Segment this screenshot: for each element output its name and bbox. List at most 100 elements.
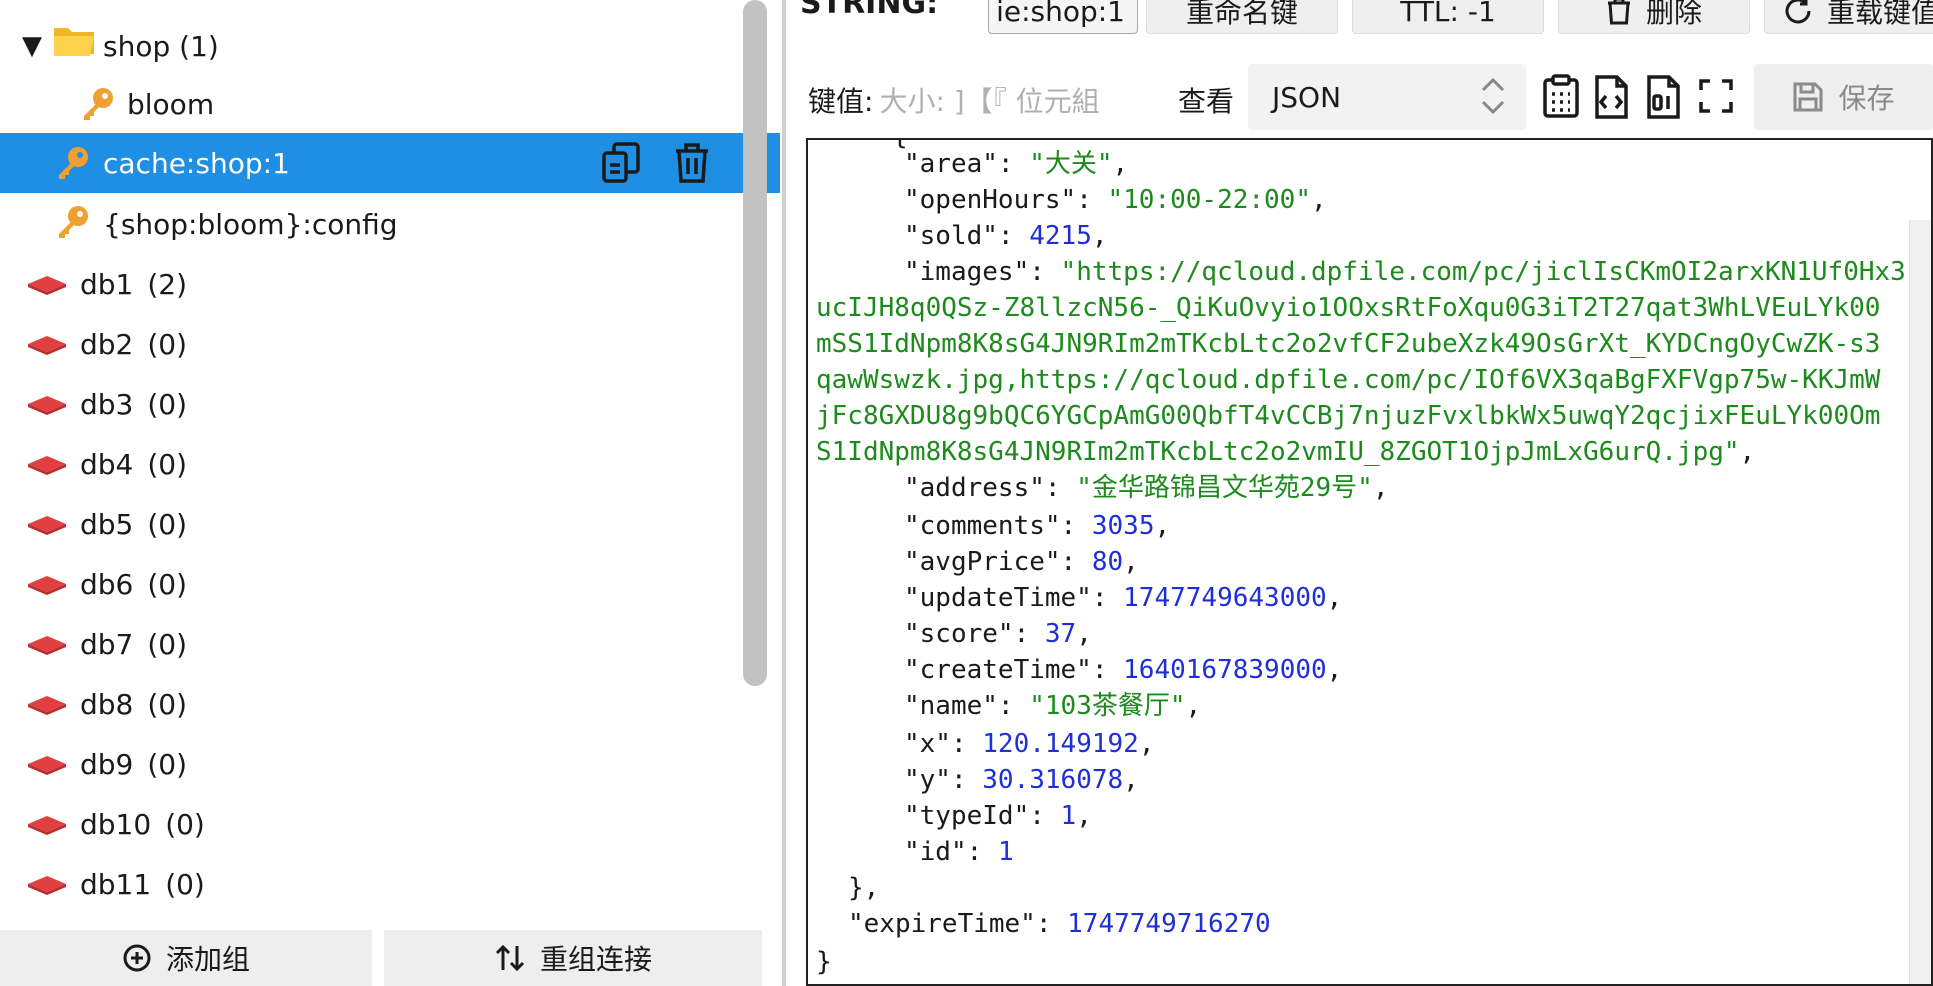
trash-icon[interactable] bbox=[672, 141, 712, 185]
value-size-meta: 大小: ]【『 位元組 bbox=[879, 85, 1100, 118]
code-line: "x": 120.149192, bbox=[904, 729, 1155, 759]
code-line: "typeId": 1, bbox=[904, 801, 1092, 831]
code-line: "updateTime": 1747749643000, bbox=[904, 583, 1343, 613]
value-editor-panel: STRING: ie:shop:1 重命名键 TTL: -1 删除 重载键值 键… bbox=[786, 0, 1933, 986]
tree-scrollbar-thumb[interactable] bbox=[743, 0, 767, 686]
fullscreen-icon[interactable] bbox=[1698, 78, 1734, 114]
connection-tree-panel: ▼ shop (1) bloom cache:shop:1 {shop:bloo… bbox=[0, 0, 782, 986]
delete-key-label: 删除 bbox=[1645, 0, 1702, 29]
code-line: } bbox=[816, 947, 832, 977]
redis-db-icon bbox=[28, 576, 66, 595]
tree-db-db8[interactable]: db8 (0) bbox=[0, 674, 780, 734]
row-actions bbox=[600, 141, 712, 185]
tree-key-shop-bloom-config[interactable]: {shop:bloom}:config bbox=[0, 194, 780, 254]
tree-db-label: db9 (0) bbox=[80, 747, 188, 781]
tree-db-db10[interactable]: db10 (0) bbox=[0, 794, 780, 854]
save-label: 保存 bbox=[1838, 82, 1895, 115]
tree-db-label: db7 (0) bbox=[80, 627, 188, 661]
tree-db-label: db11 (0) bbox=[80, 867, 205, 901]
redis-db-icon bbox=[28, 456, 66, 475]
key-icon bbox=[59, 206, 88, 238]
tree-db-db3[interactable]: db3 (0) bbox=[0, 374, 780, 434]
tree-folder-shop[interactable]: ▼ shop (1) bbox=[0, 16, 780, 76]
redis-db-icon bbox=[28, 276, 66, 295]
key-type-label: STRING: bbox=[800, 0, 939, 21]
tree-key-label: {shop:bloom}:config bbox=[103, 207, 398, 241]
code-line: "id": 1 bbox=[904, 837, 1014, 867]
code-line-wrap: qawWswzk.jpg,https://qcloud.dpfile.com/p… bbox=[816, 365, 1881, 395]
code-file-icon[interactable] bbox=[1592, 74, 1630, 120]
code-line-wrap: S1IdNpm8K8sG4JN9RIm2mTKcbLtc2o2vmIU_8ZGO… bbox=[816, 437, 1756, 467]
editor-scrollbar[interactable] bbox=[1909, 220, 1931, 984]
expand-arrow-icon[interactable]: ▼ bbox=[22, 31, 42, 61]
tree-db-label: db2 (0) bbox=[80, 327, 188, 361]
value-size-label: 键值: 大小: ]【『 位元組 bbox=[808, 80, 1100, 120]
code-line: "expireTime": 1747749716270 bbox=[848, 909, 1271, 939]
clipboard-icon[interactable] bbox=[1540, 74, 1582, 120]
save-disk-icon bbox=[1793, 82, 1823, 112]
folder-open-icon bbox=[54, 28, 94, 56]
ttl-label: TTL: -1 bbox=[1400, 0, 1496, 28]
tree-db-db9[interactable]: db9 (0) bbox=[0, 734, 780, 794]
view-format-value: JSON bbox=[1272, 80, 1342, 114]
regroup-connections-button[interactable]: 重组连接 bbox=[384, 930, 762, 986]
refresh-icon bbox=[1785, 0, 1811, 24]
code-line: "address": "金华路锦昌文华苑29号", bbox=[904, 473, 1389, 503]
sort-arrows-icon bbox=[495, 944, 525, 972]
trash-icon bbox=[1607, 0, 1630, 25]
tree-db-db7[interactable]: db7 (0) bbox=[0, 614, 780, 674]
tree-key-cache-shop-1[interactable]: cache:shop:1 bbox=[0, 133, 780, 193]
redis-db-icon bbox=[28, 516, 66, 535]
redis-db-icon bbox=[28, 336, 66, 355]
rename-key-button[interactable]: 重命名键 bbox=[1146, 0, 1338, 34]
tree-db-label: db10 (0) bbox=[80, 807, 205, 841]
delete-key-button[interactable]: 删除 bbox=[1558, 0, 1750, 34]
key-icon bbox=[59, 147, 88, 179]
tree-key-bloom[interactable]: bloom bbox=[0, 74, 780, 134]
ttl-button[interactable]: TTL: -1 bbox=[1352, 0, 1544, 34]
tree-db-label: db6 (0) bbox=[80, 567, 188, 601]
reload-key-label: 重载键值 bbox=[1827, 0, 1933, 29]
tree-db-db2[interactable]: db2 (0) bbox=[0, 314, 780, 374]
code-line: "name": "103茶餐厅", bbox=[904, 691, 1202, 721]
code-line: "y": 30.316078, bbox=[904, 765, 1139, 795]
code-line: "createTime": 1640167839000, bbox=[904, 655, 1343, 685]
code-line: "avgPrice": 80, bbox=[904, 547, 1139, 577]
redis-db-icon bbox=[28, 636, 66, 655]
tree-db-db1[interactable]: db1 (2) bbox=[0, 254, 780, 314]
tree-db-db6[interactable]: db6 (0) bbox=[0, 554, 780, 614]
view-as-label: 查看 bbox=[1178, 85, 1235, 118]
code-line-wrap: mSS1IdNpm8K8sG4JN9RIm2mTKcbLtc2o2vfCF2ub… bbox=[816, 329, 1881, 359]
binary-file-icon[interactable] bbox=[1644, 74, 1682, 120]
value-label: 键值: bbox=[808, 85, 874, 118]
tree-folder-label: shop (1) bbox=[103, 29, 219, 63]
code-line: "area": "大关", bbox=[904, 149, 1129, 179]
code-line-wrap: jFc8GXDU8g9bQC6YGCpAmG00QbfT4vCCBj7njuzF… bbox=[816, 401, 1881, 431]
tree-db-label: db1 (2) bbox=[80, 267, 188, 301]
tree-db-label: db4 (0) bbox=[80, 447, 188, 481]
view-format-select[interactable]: JSON bbox=[1248, 64, 1526, 130]
code-line: }, bbox=[848, 873, 880, 903]
key-name-field[interactable]: ie:shop:1 bbox=[988, 0, 1138, 34]
json-value-editor[interactable]: { "area": "大关", "openHours": "10:00-22:0… bbox=[806, 138, 1933, 986]
save-button[interactable]: 保存 bbox=[1754, 64, 1933, 130]
reload-key-button[interactable]: 重载键值 bbox=[1764, 0, 1933, 34]
tree-db-label: db3 (0) bbox=[80, 387, 188, 421]
redis-db-icon bbox=[28, 396, 66, 415]
updown-chevron-icon bbox=[1481, 77, 1505, 115]
key-name-value: ie:shop:1 bbox=[996, 0, 1125, 28]
redis-db-icon bbox=[28, 876, 66, 895]
copy-icon[interactable] bbox=[600, 141, 644, 185]
redis-db-icon bbox=[28, 756, 66, 775]
tree-db-db11[interactable]: db11 (0) bbox=[0, 854, 780, 914]
tree-db-db5[interactable]: db5 (0) bbox=[0, 494, 780, 554]
rename-key-label: 重命名键 bbox=[1185, 0, 1298, 29]
add-group-button[interactable]: 添加组 bbox=[0, 930, 372, 986]
redis-db-icon bbox=[28, 816, 66, 835]
code-line: "comments": 3035, bbox=[904, 511, 1171, 541]
plus-circle-icon bbox=[123, 944, 151, 972]
tree-key-label: bloom bbox=[127, 87, 215, 121]
redis-db-icon bbox=[28, 696, 66, 715]
add-group-label: 添加组 bbox=[165, 943, 250, 976]
tree-db-db4[interactable]: db4 (0) bbox=[0, 434, 780, 494]
